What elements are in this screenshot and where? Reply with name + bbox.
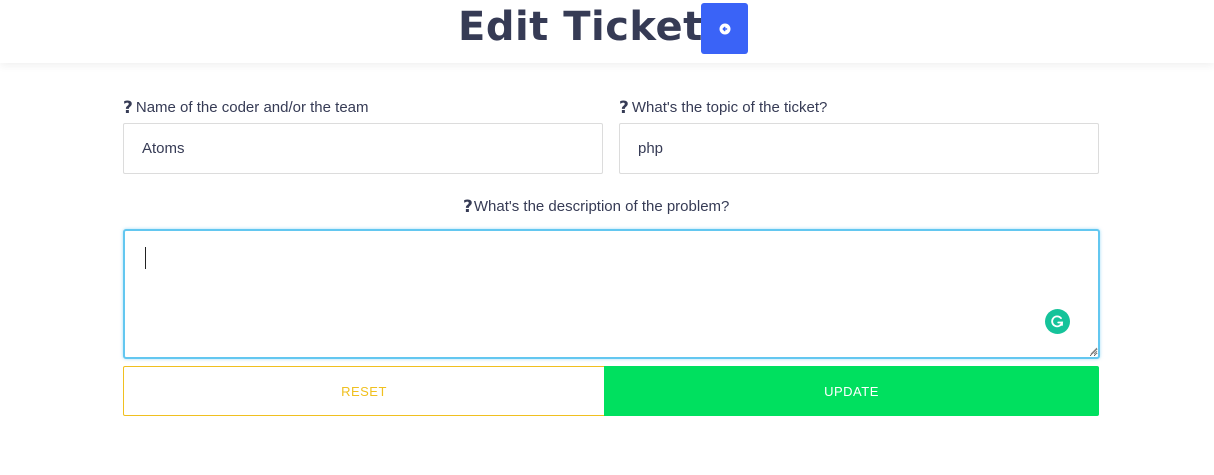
- topic-input[interactable]: [619, 123, 1099, 174]
- topic-label: ? What's the topic of the ticket?: [619, 99, 827, 117]
- text-caret: [145, 247, 146, 269]
- back-button[interactable]: [701, 3, 748, 54]
- page-title: Edit Ticket: [458, 4, 703, 50]
- grammarly-g-icon: [1051, 315, 1064, 328]
- coder-label: ? Name of the coder and/or the team: [123, 99, 369, 117]
- description-textarea[interactable]: [123, 229, 1100, 359]
- grammarly-icon[interactable]: [1045, 309, 1070, 334]
- description-label: ? What's the description of the problem?: [463, 198, 729, 216]
- question-mark-icon: ?: [123, 98, 133, 118]
- topic-label-text: What's the topic of the ticket?: [631, 99, 828, 116]
- question-mark-icon: ?: [619, 98, 629, 118]
- description-label-text: What's the description of the problem?: [473, 198, 730, 215]
- coder-label-text: Name of the coder and/or the team: [135, 99, 369, 116]
- arrow-left-circle-icon: [719, 23, 730, 34]
- update-button[interactable]: UPDATE: [604, 366, 1099, 416]
- resize-handle-icon[interactable]: [1089, 346, 1098, 355]
- coder-input[interactable]: [123, 123, 603, 174]
- reset-button[interactable]: RESET: [123, 366, 605, 416]
- page-header: Edit Ticket: [0, 0, 1214, 63]
- question-mark-icon: ?: [463, 197, 473, 217]
